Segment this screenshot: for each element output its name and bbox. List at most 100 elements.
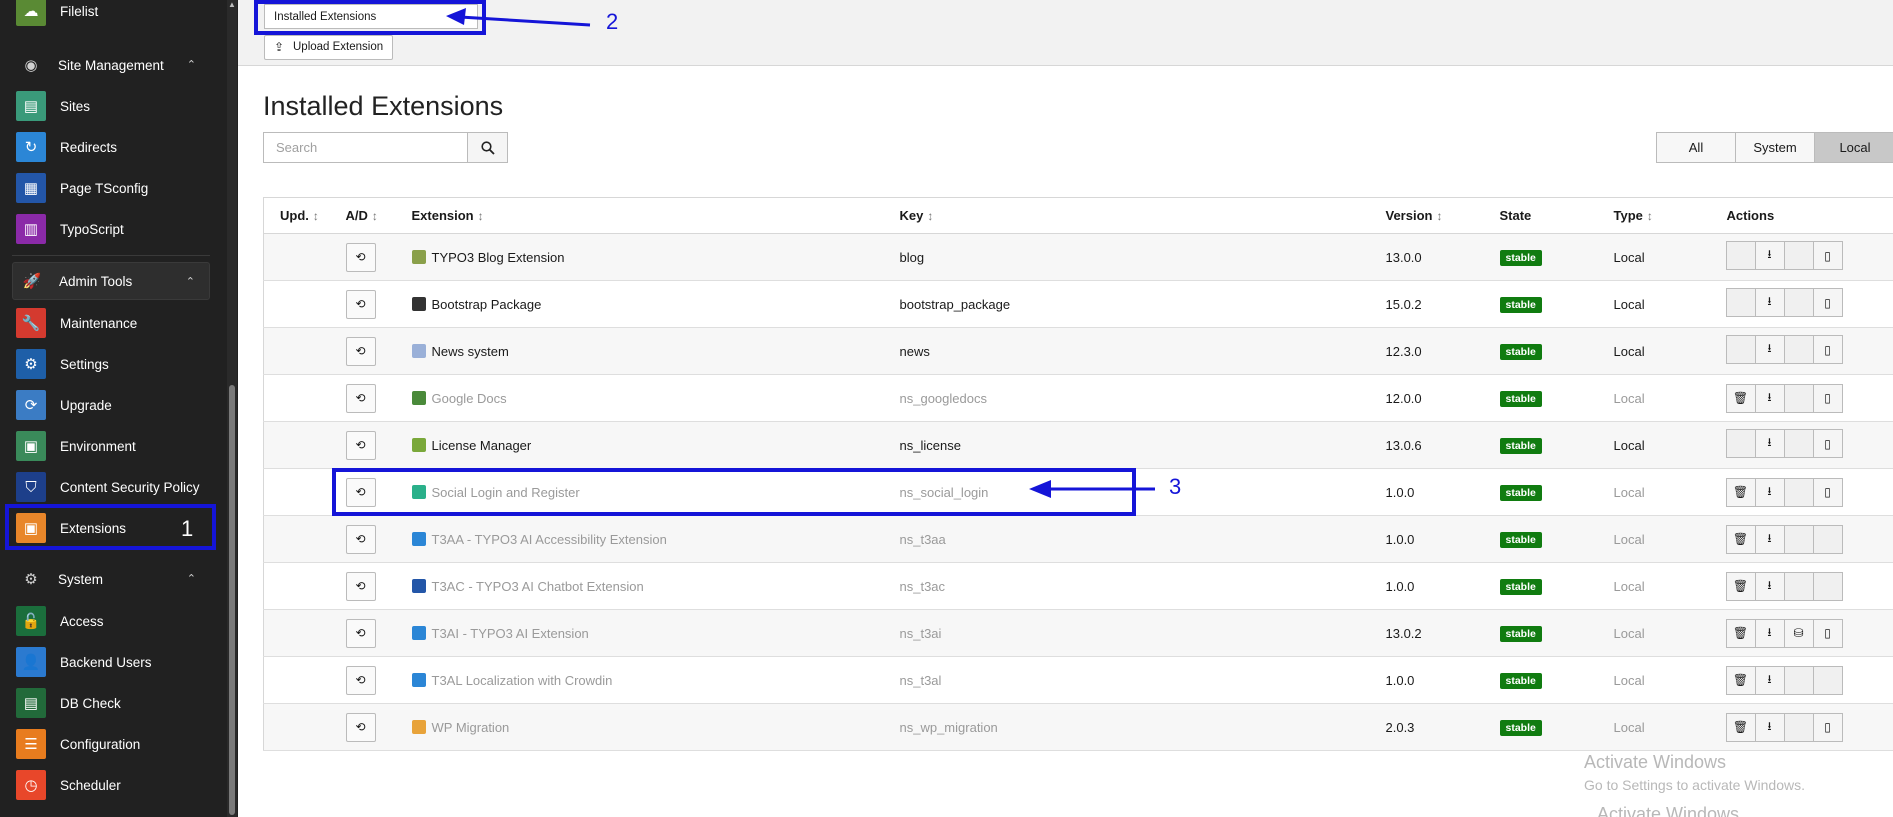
chevron-up-icon[interactable]: ⌃ [187,572,196,585]
cell-extension[interactable]: T3AI - TYPO3 AI Extension [395,609,884,657]
search-input[interactable] [263,132,467,163]
documentation-icon[interactable]: ▯ [1812,335,1843,364]
download-icon[interactable]: ⭳ [1754,712,1785,742]
download-icon[interactable]: ⭳ [1754,429,1785,458]
action-placeholder [1783,241,1814,270]
sidebar-scrollbar[interactable]: ▲ [227,0,237,817]
trash-icon[interactable]: 🗑 [1725,665,1756,695]
col-upd[interactable]: Upd. ↕ [263,197,330,234]
documentation-icon[interactable]: ▯ [1812,288,1843,317]
activate-deactivate-button[interactable]: ⟲ [345,336,376,366]
cell-key: bootstrap_package [883,280,1370,328]
sidebar-item-redirects[interactable]: ↻ Redirects [16,130,212,164]
trash-icon[interactable]: 🗑 [1725,477,1756,507]
cell-type: Local [1597,703,1711,751]
filter-system-button[interactable]: System [1735,132,1815,163]
sort-icon: ↕ [371,209,378,223]
activate-deactivate-button[interactable]: ⟲ [345,571,376,601]
sidebar-group-system[interactable]: ⚙ System ⌃ [12,560,210,598]
filter-all-button[interactable]: All [1656,132,1736,163]
cell-actions: ⭳ ▯ [1710,280,1893,328]
sidebar-item-access[interactable]: 🔓 Access [16,604,212,638]
sidebar-item-backend-users[interactable]: 👤 Backend Users [16,645,212,679]
sidebar-group-admin-tools[interactable]: 🚀 Admin Tools ⌃ [12,262,210,300]
trash-icon[interactable]: 🗑 [1725,712,1756,742]
documentation-icon[interactable]: ▯ [1812,241,1843,270]
activate-deactivate-button[interactable]: ⟲ [345,524,376,554]
cell-extension[interactable]: License Manager [395,421,884,469]
cell-extension[interactable]: Google Docs [395,374,884,422]
sidebar-item-sites[interactable]: ▤ Sites [16,89,212,123]
trash-icon[interactable]: 🗑 [1725,571,1756,601]
sidebar-item-csp[interactable]: ⛉ Content Security Policy [16,470,212,504]
trash-icon[interactable]: 🗑 [1725,383,1756,413]
table-row: ⟲ TYPO3 Blog Extension blog 13.0.0 stable Loc… [263,233,1893,281]
sidebar-item-settings[interactable]: ⚙ Settings [16,347,212,381]
cell-version: 1.0.0 [1369,515,1484,563]
download-icon[interactable]: ⭳ [1754,335,1785,364]
sidebar-item-scheduler[interactable]: ◷ Scheduler [16,768,212,802]
cell-extension[interactable]: TYPO3 Blog Extension [395,233,884,281]
documentation-icon[interactable]: ▯ [1812,429,1843,458]
activate-deactivate-button[interactable]: ⟲ [345,712,376,742]
download-icon[interactable]: ⭳ [1754,477,1785,507]
download-icon[interactable]: ⭳ [1754,288,1785,317]
sort-icon: ↕ [1436,209,1443,223]
action-placeholder [1783,665,1814,695]
download-icon[interactable]: ⭳ [1754,524,1785,554]
documentation-icon[interactable]: ▯ [1812,712,1843,742]
trash-icon[interactable]: 🗑 [1725,524,1756,554]
documentation-icon[interactable]: ▯ [1812,383,1843,413]
activate-deactivate-button[interactable]: ⟲ [345,383,376,413]
chevron-up-icon[interactable]: ⌃ [186,275,195,288]
col-key[interactable]: Key ↕ [883,197,1370,234]
col-version[interactable]: Version ↕ [1369,197,1484,234]
sidebar-item-page-tsconfig[interactable]: ▦ Page TSconfig [16,171,212,205]
cell-extension[interactable]: News system [395,327,884,375]
table-row: ⟲ T3AL Localization with Crowdin ns_t3al 1.… [263,656,1893,704]
module-sidebar: ◉ Site Management ⌃ 🚀 Admin Tools ⌃ ⚙ System ⌃ ☁ F… [0,0,238,817]
sidebar-item-configuration[interactable]: ☰ Configuration [16,727,212,761]
trash-icon[interactable]: 🗑 [1725,618,1756,648]
sidebar-item-upgrade[interactable]: ⟳ Upgrade [16,388,212,422]
database-update-icon[interactable]: ⛁ [1783,618,1814,648]
sidebar-scroll-thumb[interactable] [229,385,235,815]
download-icon[interactable]: ⭳ [1754,618,1785,648]
activate-deactivate-button[interactable]: ⟲ [345,618,376,648]
download-icon[interactable]: ⭳ [1754,571,1785,601]
activate-deactivate-button[interactable]: ⟲ [345,242,376,272]
row-actions: ⭳ ▯ [1725,288,1843,317]
col-extension[interactable]: Extension ↕ [395,197,884,234]
scroll-up-arrow-icon[interactable]: ▲ [227,0,237,9]
cell-upd [263,703,330,751]
cell-extension[interactable]: Bootstrap Package [395,280,884,328]
cell-extension[interactable]: T3AA - TYPO3 AI Accessibility Extension [395,515,884,563]
download-icon[interactable]: ⭳ [1754,665,1785,695]
extension-icon [411,719,426,734]
sidebar-group-site-management[interactable]: ◉ Site Management ⌃ [12,46,210,84]
activate-deactivate-button[interactable]: ⟲ [345,430,376,460]
col-type[interactable]: Type ↕ [1597,197,1711,234]
cell-extension[interactable]: WP Migration [395,703,884,751]
sidebar-item-db-check[interactable]: ▤ DB Check [16,686,212,720]
sidebar-item-label: Maintenance [60,315,138,331]
search-button[interactable] [467,132,508,163]
upload-extension-button[interactable]: ⇪ Upload Extension [264,35,394,60]
col-ad[interactable]: A/D ↕ [329,197,396,234]
activate-deactivate-button[interactable]: ⟲ [345,289,376,319]
extension-icon [411,578,426,593]
sidebar-item-typoscript[interactable]: ▥ TypoScript [16,212,212,246]
sidebar-item-environment[interactable]: ▣ Environment [16,429,212,463]
documentation-icon[interactable]: ▯ [1812,618,1843,648]
filter-local-button[interactable]: Local [1814,132,1893,163]
documentation-icon[interactable]: ▯ [1812,477,1843,507]
extension-icon [411,672,426,687]
download-icon[interactable]: ⭳ [1754,241,1785,270]
activate-deactivate-button[interactable]: ⟲ [345,665,376,695]
sidebar-item-maintenance[interactable]: 🔧 Maintenance [16,306,212,340]
cell-extension[interactable]: T3AC - TYPO3 AI Chatbot Extension [395,562,884,610]
chevron-up-icon[interactable]: ⌃ [187,58,196,71]
download-icon[interactable]: ⭳ [1754,383,1785,413]
cell-extension[interactable]: T3AL Localization with Crowdin [395,656,884,704]
sidebar-item-filelist[interactable]: ☁ Filelist [16,0,212,28]
